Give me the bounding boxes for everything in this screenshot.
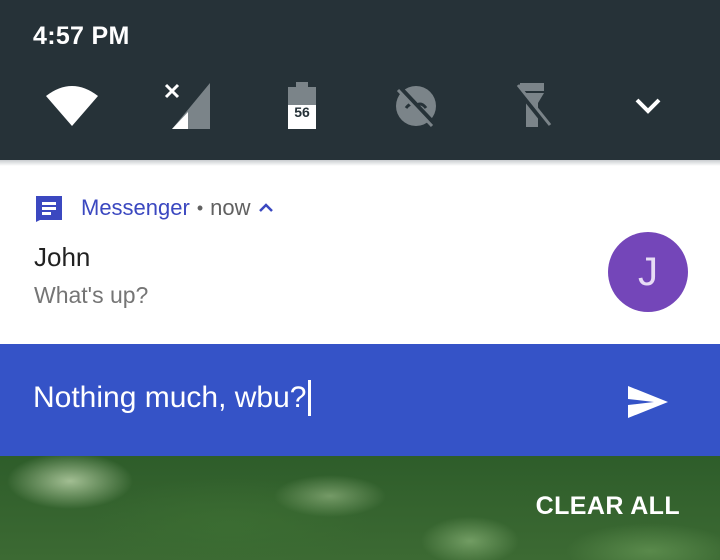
wifi-tile[interactable] bbox=[42, 78, 102, 134]
quick-settings-panel: 4:57 PM 56 bbox=[0, 0, 720, 160]
battery-icon: 56 bbox=[288, 82, 316, 129]
text-cursor bbox=[307, 380, 311, 416]
cellular-signal-icon bbox=[164, 83, 210, 129]
expand-chevron-icon bbox=[635, 98, 661, 114]
reply-input[interactable]: Nothing much, wbu? bbox=[33, 378, 573, 418]
data-saver-icon bbox=[396, 86, 436, 128]
battery-tile[interactable]: 56 bbox=[272, 78, 332, 134]
notification-time: now bbox=[210, 195, 251, 220]
send-icon bbox=[628, 386, 668, 418]
quick-settings-tiles: 56 bbox=[0, 78, 720, 134]
clear-all-button[interactable]: CLEAR ALL bbox=[536, 492, 680, 521]
sender-name: John bbox=[34, 242, 91, 272]
inline-reply-bar: Nothing much, wbu? bbox=[0, 344, 720, 456]
avatar-initial: J bbox=[638, 249, 658, 294]
flashlight-off-icon bbox=[514, 83, 552, 129]
cellular-tile[interactable] bbox=[158, 78, 218, 134]
messenger-notification[interactable]: Messenger • now John What's up? J bbox=[0, 160, 720, 344]
wifi-icon bbox=[46, 86, 98, 126]
flashlight-tile[interactable] bbox=[502, 78, 562, 134]
messenger-app-icon bbox=[36, 196, 62, 222]
header-separator: • bbox=[196, 197, 204, 218]
collapse-chevron-icon[interactable] bbox=[258, 202, 274, 214]
reply-text: Nothing much, wbu? bbox=[33, 381, 307, 414]
wallpaper: CLEAR ALL bbox=[0, 456, 720, 560]
app-name: Messenger bbox=[81, 195, 190, 220]
clock: 4:57 PM bbox=[33, 22, 130, 50]
notification-header: Messenger • now bbox=[34, 193, 274, 223]
message-preview: What's up? bbox=[34, 282, 149, 308]
svg-text:56: 56 bbox=[294, 104, 310, 120]
notification-shade: 4:57 PM 56 Messenger • now John What's u… bbox=[0, 0, 720, 560]
avatar: J bbox=[608, 232, 688, 312]
expand-quick-settings-button[interactable] bbox=[618, 78, 678, 134]
data-saver-tile[interactable] bbox=[386, 78, 446, 134]
send-button[interactable] bbox=[624, 382, 672, 422]
panel-shadow bbox=[0, 160, 720, 166]
